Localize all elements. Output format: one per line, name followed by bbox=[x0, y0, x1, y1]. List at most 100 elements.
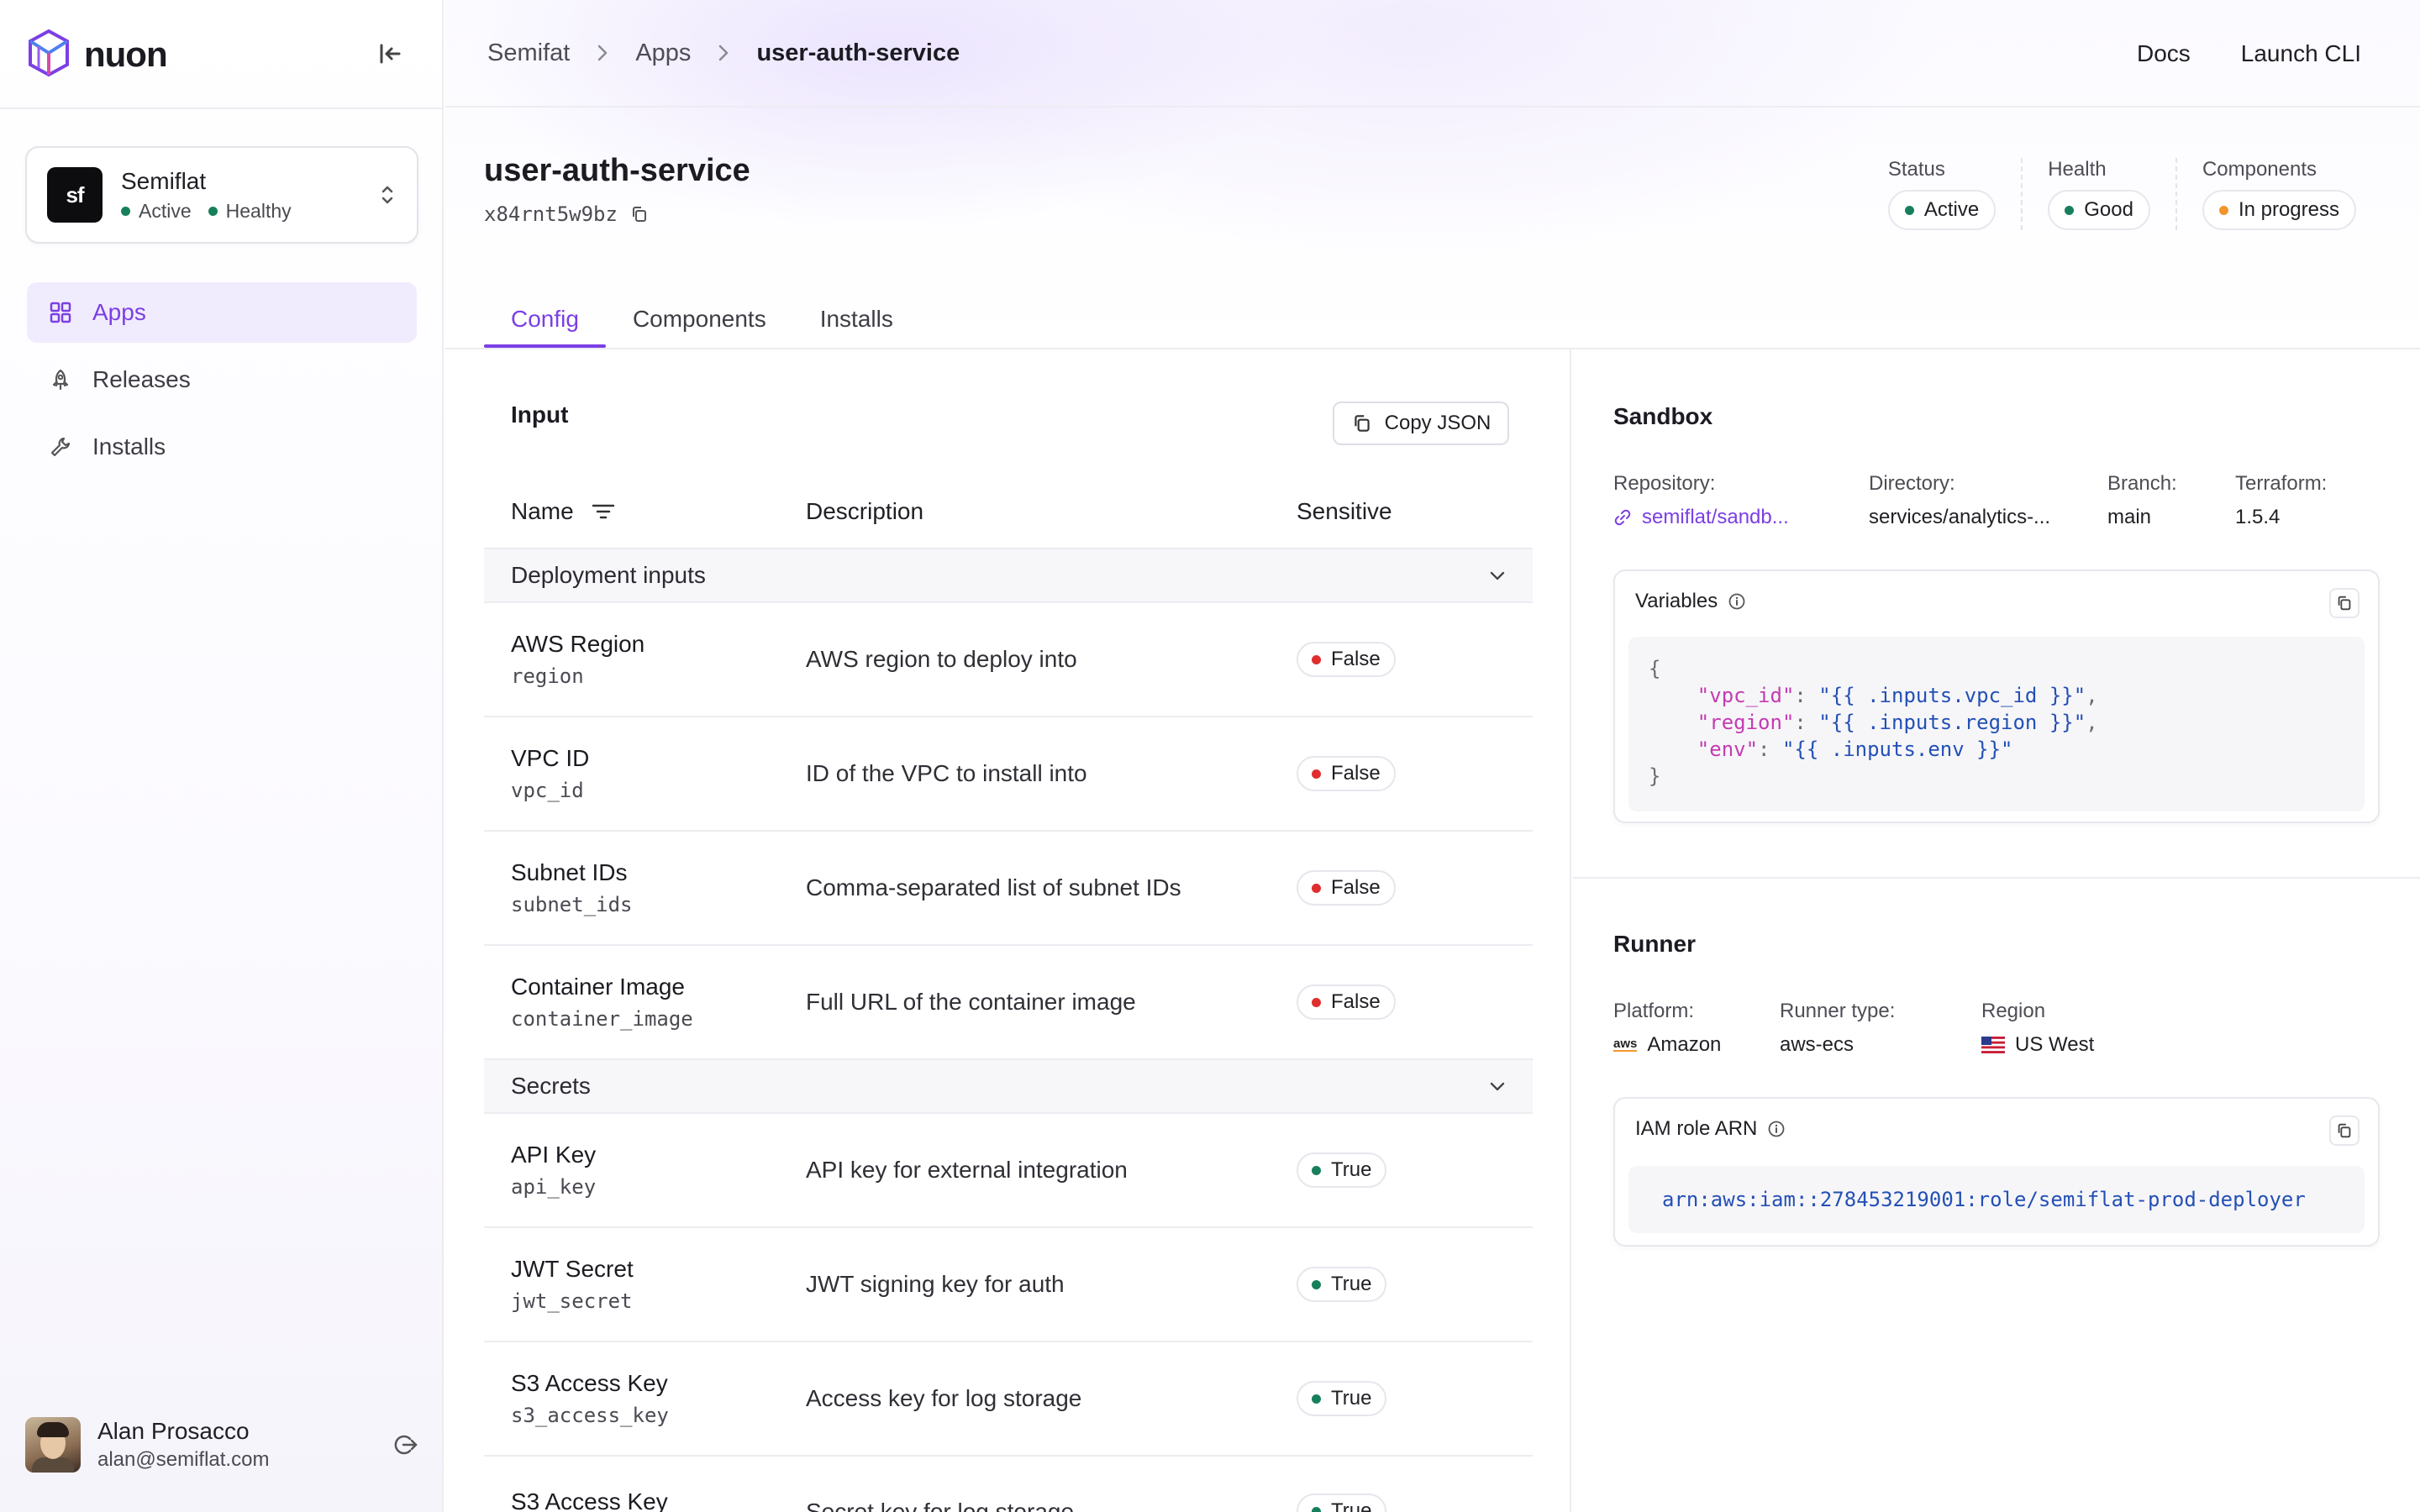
table-row[interactable]: Subnet IDs subnet_ids Comma-separated li… bbox=[484, 832, 1533, 946]
table-row[interactable]: Container Image container_image Full URL… bbox=[484, 946, 1533, 1060]
input-title: Input bbox=[511, 402, 569, 428]
runner-type-value: aws-ecs bbox=[1780, 1033, 1854, 1056]
grid-icon bbox=[50, 302, 71, 323]
repository-link[interactable]: semiflat/sandb... bbox=[1613, 506, 1789, 529]
tab-installs[interactable]: Installs bbox=[793, 291, 920, 348]
brand[interactable]: nuon bbox=[25, 25, 168, 84]
sensitive-value: False bbox=[1331, 876, 1381, 899]
aws-logo-icon: aws bbox=[1613, 1037, 1638, 1052]
column-name[interactable]: Name bbox=[511, 498, 574, 525]
input-description: JWT signing key for auth bbox=[806, 1271, 1065, 1297]
code-value: "{{ .inputs.vpc_id }}" bbox=[1818, 684, 2086, 707]
chevron-down-icon bbox=[1490, 571, 1505, 580]
status-dot-icon bbox=[1312, 883, 1321, 893]
runner-region: Region US West bbox=[1981, 1000, 2094, 1057]
input-description: ID of the VPC to install into bbox=[806, 760, 1087, 786]
tab-components[interactable]: Components bbox=[606, 291, 793, 348]
breadcrumb-apps[interactable]: Apps bbox=[635, 39, 691, 67]
status-value: Active bbox=[1923, 198, 1980, 221]
sensitive-value: False bbox=[1331, 990, 1381, 1013]
table-row[interactable]: JWT Secret jwt_secret JWT signing key fo… bbox=[484, 1228, 1533, 1342]
table-row[interactable]: VPC ID vpc_id ID of the VPC to install i… bbox=[484, 717, 1533, 832]
filter-icon[interactable] bbox=[591, 501, 616, 522]
code-key: "region" bbox=[1697, 711, 1795, 734]
section-divider bbox=[1573, 877, 2420, 879]
input-name: VPC ID bbox=[511, 745, 590, 771]
code-value: "{{ .inputs.env }}" bbox=[1781, 738, 2013, 761]
group-secrets[interactable]: Secrets bbox=[484, 1060, 1533, 1114]
status-dot-icon bbox=[1312, 1279, 1321, 1289]
input-name: Subnet IDs bbox=[511, 859, 628, 885]
tab-config[interactable]: Config bbox=[484, 291, 606, 348]
copy-icon[interactable] bbox=[629, 204, 650, 224]
copy-json-button[interactable]: Copy JSON bbox=[1333, 402, 1509, 445]
sensitive-badge: False bbox=[1297, 642, 1396, 677]
copy-variables-button[interactable] bbox=[2329, 588, 2360, 618]
column-description: Description bbox=[806, 498, 924, 524]
info-icon[interactable] bbox=[1728, 592, 1746, 611]
input-key: container_image bbox=[511, 1007, 693, 1031]
us-flag-icon bbox=[1981, 1037, 2005, 1053]
status-dot-icon bbox=[1312, 1165, 1321, 1175]
docs-link[interactable]: Docs bbox=[2137, 40, 2191, 67]
collapse-left-icon bbox=[380, 44, 401, 64]
variables-code: { "vpc_id": "{{ .inputs.vpc_id }}", "reg… bbox=[1628, 637, 2365, 811]
collapse-sidebar-button[interactable] bbox=[370, 35, 410, 72]
status-dot-icon bbox=[2218, 205, 2228, 215]
group-deployment-inputs[interactable]: Deployment inputs bbox=[484, 549, 1533, 603]
user-menu[interactable]: Alan Prosacco alan@semiflat.com bbox=[25, 1415, 418, 1475]
kv-label: Platform: bbox=[1613, 1000, 1695, 1022]
breadcrumb-org[interactable]: Semifat bbox=[487, 39, 570, 67]
sensitive-value: False bbox=[1331, 648, 1381, 670]
tab-bar: Config Components Installs bbox=[484, 291, 920, 348]
org-name: Semiflat bbox=[121, 167, 207, 194]
input-description: Full URL of the container image bbox=[806, 989, 1136, 1015]
sensitive-badge: False bbox=[1297, 756, 1396, 791]
input-name: JWT Secret bbox=[511, 1256, 634, 1282]
input-key: jwt_secret bbox=[511, 1289, 633, 1313]
status-dot-icon bbox=[1312, 1394, 1321, 1404]
runner-type: Runner type: aws-ecs bbox=[1780, 1000, 1895, 1057]
sidebar-item-apps[interactable]: Apps bbox=[27, 282, 417, 343]
stat-label: Health bbox=[2048, 158, 2107, 181]
directory-value: services/analytics-... bbox=[1869, 506, 2051, 528]
launch-cli-link[interactable]: Launch CLI bbox=[2241, 40, 2361, 67]
main-content: Semifat Apps user-auth-service Docs Laun… bbox=[445, 0, 2420, 1512]
status-dot-icon bbox=[208, 206, 218, 216]
top-bar: Semifat Apps user-auth-service Docs Laun… bbox=[445, 0, 2420, 108]
rocket-icon bbox=[52, 369, 69, 391]
sandbox-terraform: Terraform: 1.5.4 bbox=[2235, 472, 2327, 529]
status-dot-icon bbox=[1312, 654, 1321, 664]
stat-label: Components bbox=[2202, 158, 2317, 181]
sensitive-badge: True bbox=[1297, 1152, 1387, 1188]
chevron-down-icon bbox=[1490, 1082, 1505, 1091]
org-logo: sf bbox=[47, 167, 103, 223]
sidebar-item-releases[interactable]: Releases bbox=[27, 349, 417, 410]
stat-status: Status Active bbox=[1887, 158, 2021, 230]
kv-label: Terraform: bbox=[2235, 472, 2328, 495]
status-summary: Status Active Health Good Components In … bbox=[1887, 158, 2356, 230]
sidebar-item-installs[interactable]: Installs bbox=[27, 417, 417, 477]
nuon-logo-icon bbox=[29, 29, 69, 77]
copy-icon bbox=[2338, 596, 2351, 611]
logout-icon[interactable] bbox=[393, 1432, 418, 1457]
input-description: AWS region to deploy into bbox=[806, 646, 1077, 672]
table-row[interactable]: AWS Region region AWS region to deploy i… bbox=[484, 603, 1533, 717]
table-row[interactable]: S3 Access Key s3_access_key Access key f… bbox=[484, 1342, 1533, 1457]
sidebar: nuon sf Semiflat Active Healthy Apps Rel… bbox=[0, 0, 444, 1512]
sensitive-value: False bbox=[1331, 762, 1381, 785]
terraform-value: 1.5.4 bbox=[2235, 506, 2281, 528]
copy-iam-button[interactable] bbox=[2329, 1116, 2360, 1146]
org-switcher[interactable]: sf Semiflat Active Healthy bbox=[25, 146, 418, 244]
status-dot-icon bbox=[1312, 997, 1321, 1007]
sidebar-nav: Apps Releases Installs bbox=[27, 282, 417, 484]
table-row[interactable]: API Key api_key API key for external int… bbox=[484, 1114, 1533, 1228]
chevron-up-down-icon bbox=[381, 186, 393, 204]
sidebar-divider bbox=[0, 108, 444, 109]
table-row[interactable]: S3 Access Key Secret key for log storage… bbox=[484, 1457, 1533, 1512]
link-icon bbox=[1614, 509, 1631, 526]
input-name: AWS Region bbox=[511, 631, 645, 657]
user-email: alan@semiflat.com bbox=[97, 1448, 270, 1471]
info-icon[interactable] bbox=[1767, 1120, 1786, 1138]
input-panel: Input Copy JSON Name Description Sensiti… bbox=[445, 349, 1571, 1512]
